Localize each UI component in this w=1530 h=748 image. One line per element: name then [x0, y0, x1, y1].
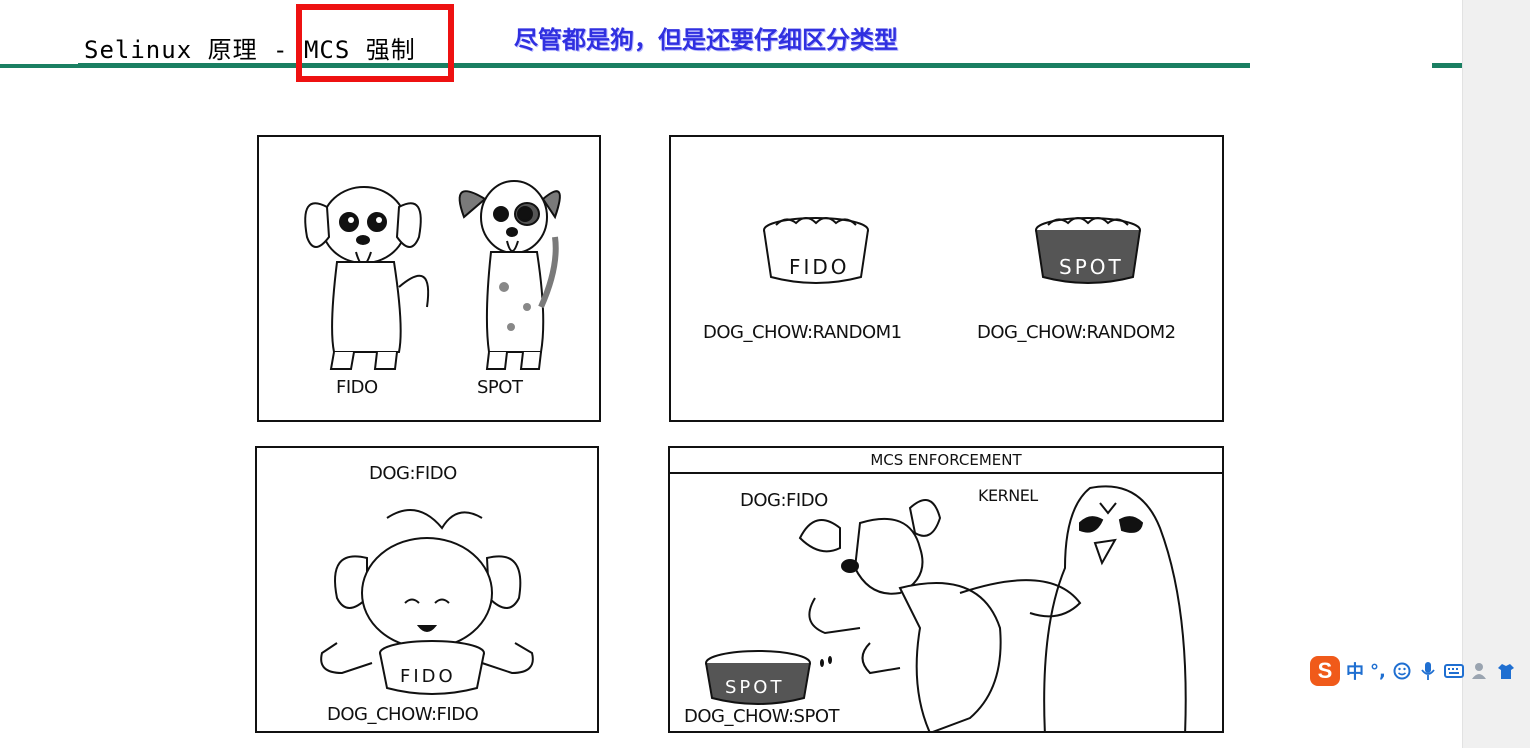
- user-icon[interactable]: [1470, 661, 1490, 681]
- ime-logo-icon[interactable]: S: [1310, 656, 1340, 686]
- spot-bowl-small-text: SPOT: [725, 677, 785, 698]
- dog-chow-fido-label: DOG_CHOW:FIDO: [327, 704, 479, 725]
- window-scroll-gutter[interactable]: [1462, 0, 1530, 748]
- fido-dog-drawing: [304, 186, 430, 370]
- eating-dog-illustration: [320, 509, 534, 695]
- chow-random1-label: DOG_CHOW:RANDOM1: [703, 322, 902, 343]
- shirt-icon[interactable]: [1496, 661, 1516, 681]
- hungry-dog-drawing: [798, 499, 1082, 731]
- keyboard-icon[interactable]: [1443, 661, 1464, 681]
- dogs-illustration: [304, 180, 561, 370]
- eating-bowl-text: FIDO: [400, 666, 456, 687]
- ime-mode-toggle[interactable]: 中: [1346, 658, 1364, 684]
- highlight-box: [296, 4, 454, 82]
- bowls-illustration: [763, 217, 1141, 284]
- title-rule-right: [1432, 63, 1462, 68]
- ime-punct-toggle[interactable]: °,: [1370, 661, 1386, 682]
- panel-dogs: FIDO SPOT: [257, 135, 601, 422]
- slide-page: Selinux 原理 - MCS 强制 尽管都是狗，但是还要仔细区分类型 FID…: [0, 0, 1462, 748]
- kernel-label: KERNEL: [978, 486, 1038, 505]
- panel-bowls: FIDO SPOT DOG_CHOW:RANDOM1 DOG_CHOW:RAND…: [669, 135, 1224, 422]
- fido-label: FIDO: [336, 377, 378, 398]
- emoji-icon[interactable]: [1392, 661, 1412, 681]
- spot-bowl-text: SPOT: [1059, 255, 1124, 279]
- microphone-icon[interactable]: [1418, 661, 1438, 681]
- dog-fido-label: DOG:FIDO: [369, 463, 457, 484]
- dog-chow-spot-label: DOG_CHOW:SPOT: [684, 706, 840, 727]
- fido-bowl-text: FIDO: [789, 255, 850, 279]
- spot-label: SPOT: [477, 377, 523, 398]
- spot-dog-drawing: [458, 180, 561, 370]
- panel-eating: DOG:FIDO FIDO DOG_CHOW:FIDO: [255, 446, 599, 733]
- ime-toolbar[interactable]: S 中 °,: [1310, 654, 1530, 688]
- drool-drawing: [820, 656, 832, 667]
- penguin-kernel-drawing: [1043, 485, 1187, 731]
- annotation-text: 尽管都是狗，但是还要仔细区分类型: [514, 25, 898, 54]
- chow-random2-label: DOG_CHOW:RANDOM2: [977, 322, 1176, 343]
- title-rule-left: [0, 64, 78, 68]
- enforcement-dog-label: DOG:FIDO: [740, 490, 828, 511]
- panel-enforcement: MCS ENFORCEMENT DOG:FIDO KERNEL SPOT DOG…: [668, 446, 1224, 733]
